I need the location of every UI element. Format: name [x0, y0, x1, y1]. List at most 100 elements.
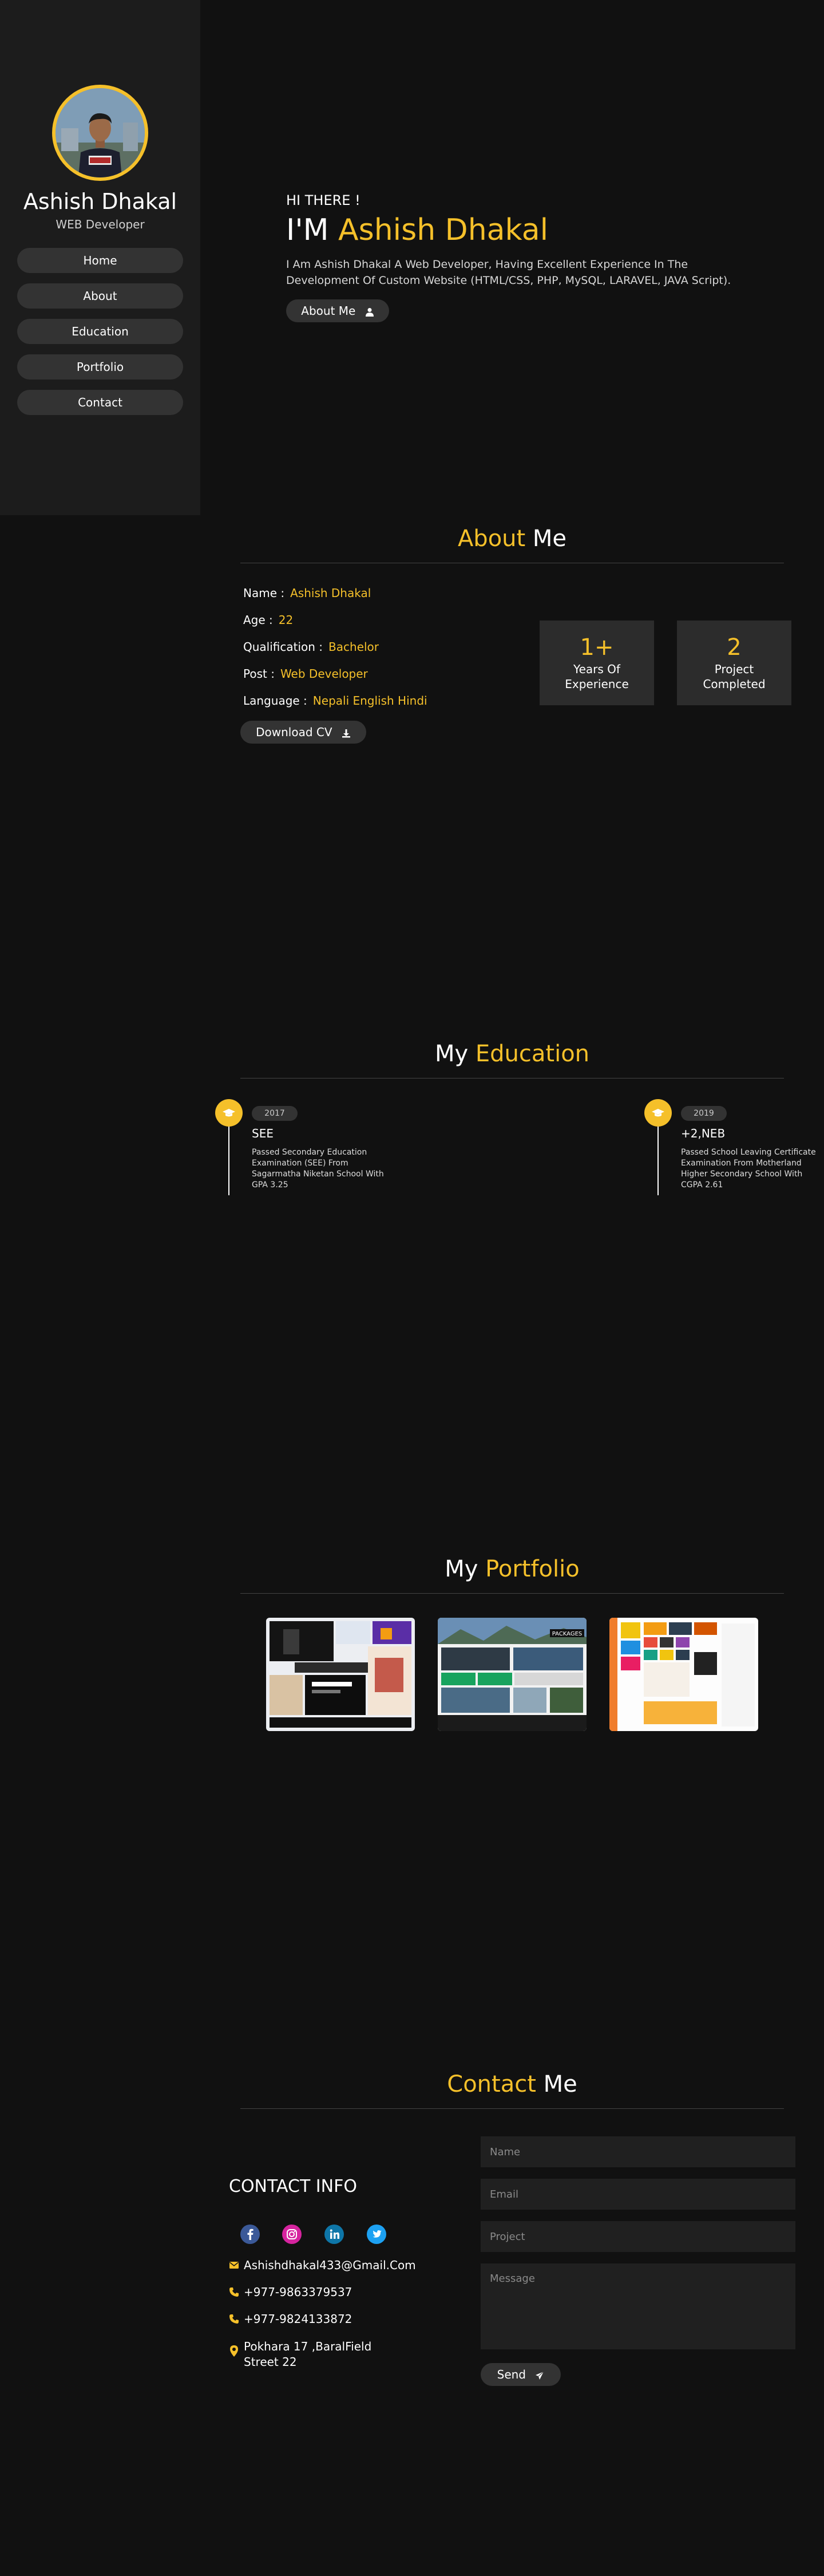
hero-greeting: HI THERE ! — [286, 192, 360, 208]
profile-name: Ashish Dhakal — [23, 189, 177, 214]
contact-divider — [240, 2108, 784, 2109]
portfolio-divider — [240, 1593, 784, 1594]
portfolio-thumbnail[interactable]: PACKAGES — [438, 1618, 587, 1731]
stat-label-line: Project — [714, 662, 754, 676]
education-title: SEE — [252, 1127, 274, 1140]
sidebar: Ashish Dhakal WEB Developer Home About E… — [0, 0, 200, 515]
portfolio-thumbnail[interactable] — [609, 1618, 758, 1731]
thumbnail-caption: PACKAGES — [552, 1631, 583, 1637]
about-row-qualification: Qualification : Bachelor — [243, 640, 379, 654]
about-me-button-label: About Me — [301, 304, 356, 318]
avatar — [52, 85, 148, 181]
portfolio-title-rest: My — [445, 1556, 478, 1582]
download-icon — [342, 729, 350, 737]
about-value: Web Developer — [280, 667, 368, 681]
phone-icon — [229, 2314, 239, 2324]
about-section-title: About Me — [240, 526, 784, 552]
contact-phone2-row: +977-9824133872 — [229, 2312, 352, 2327]
hero-title-name: Ashish Dhakal — [338, 213, 549, 247]
phone-icon — [229, 2287, 239, 2297]
about-value: 22 — [278, 613, 294, 627]
facebook-icon[interactable] — [240, 2225, 260, 2244]
instagram-icon[interactable] — [282, 2225, 302, 2244]
hero-title-prefix: I'M — [286, 213, 329, 247]
about-row-age: Age : 22 — [243, 613, 293, 627]
education-dot — [215, 1099, 243, 1127]
education-title-rest: My — [434, 1041, 469, 1067]
about-label: Age : — [243, 613, 273, 627]
stat-label-line: Years Of — [573, 662, 620, 676]
about-title-rest: Me — [532, 526, 567, 552]
graduation-cap-icon — [652, 1109, 664, 1117]
name-input[interactable] — [481, 2136, 795, 2167]
education-section-title: My Education — [240, 1041, 784, 1067]
about-row-language: Language : Nepali English Hindi — [243, 694, 427, 708]
about-value: Ashish Dhakal — [290, 586, 371, 600]
education-description: Passed School Leaving Certificate Examin… — [681, 1148, 816, 1190]
education-timeline-line — [657, 1127, 659, 1195]
hero-description: I Am Ashish Dhakal A Web Developer, Havi… — [286, 258, 731, 287]
about-title-accent: About — [457, 526, 526, 552]
download-cv-button[interactable]: Download CV — [240, 721, 366, 744]
envelope-icon — [229, 2262, 239, 2269]
address-line: Pokhara 17 ,BaralField — [244, 2340, 372, 2353]
contact-address: Pokhara 17 ,BaralField Street 22 — [244, 2339, 371, 2370]
project-input[interactable] — [481, 2221, 795, 2252]
portfolio-thumbnail[interactable] — [266, 1618, 415, 1731]
stat-label: Years Of Experience — [540, 662, 654, 692]
stat-experience: 1+ Years Of Experience — [540, 621, 654, 705]
nav-portfolio-button[interactable]: Portfolio — [17, 354, 183, 380]
send-button-label: Send — [497, 2368, 526, 2381]
about-label: Name : — [243, 586, 285, 600]
user-icon — [365, 307, 374, 317]
stat-number: 1+ — [580, 634, 614, 661]
paper-plane-icon — [536, 2371, 544, 2380]
contact-info-title: CONTACT INFO — [229, 2176, 357, 2196]
twitter-icon[interactable] — [367, 2225, 386, 2244]
nav-about-button[interactable]: About — [17, 283, 183, 309]
about-value: Bachelor — [328, 640, 379, 654]
about-value: Nepali English Hindi — [312, 694, 427, 708]
contact-email: Ashishdhakal433@Gmail.Com — [244, 2258, 416, 2272]
address-line: Street 22 — [244, 2355, 297, 2369]
education-title: +2,NEB — [681, 1127, 726, 1140]
education-timeline-line — [228, 1127, 229, 1195]
message-textarea[interactable] — [481, 2263, 795, 2349]
about-label: Qualification : — [243, 640, 323, 654]
send-button[interactable]: Send — [481, 2363, 561, 2386]
about-label: Post : — [243, 667, 275, 681]
education-year: 2019 — [681, 1106, 727, 1121]
stat-label-line: Completed — [703, 677, 766, 691]
education-dot — [644, 1099, 672, 1127]
stat-projects: 2 Project Completed — [677, 621, 791, 705]
contact-phone-1: +977-9863379537 — [244, 2285, 352, 2299]
nav-education-button[interactable]: Education — [17, 319, 183, 344]
about-row-post: Post : Web Developer — [243, 667, 368, 681]
contact-title-rest: Me — [543, 2071, 577, 2097]
stat-label-line: Experience — [565, 677, 629, 691]
nav-home-button[interactable]: Home — [17, 248, 183, 273]
education-year: 2017 — [252, 1106, 298, 1121]
nav-contact-button[interactable]: Contact — [17, 390, 183, 415]
contact-phone-2: +977-9824133872 — [244, 2312, 352, 2326]
about-label: Language : — [243, 694, 307, 708]
stat-label: Project Completed — [677, 662, 791, 692]
download-cv-label: Download CV — [256, 725, 332, 739]
contact-section-title: Contact Me — [240, 2071, 784, 2097]
education-description: Passed Secondary Education Examination (… — [252, 1148, 384, 1190]
portfolio-title-accent: Portfolio — [485, 1556, 580, 1582]
education-title-accent: Education — [475, 1041, 590, 1067]
contact-title-accent: Contact — [447, 2071, 536, 2097]
profile-role: WEB Developer — [56, 218, 145, 231]
contact-phone1-row: +977-9863379537 — [229, 2285, 352, 2300]
about-me-button[interactable]: About Me — [286, 299, 389, 322]
graduation-cap-icon — [223, 1109, 235, 1117]
map-marker-icon — [230, 2345, 238, 2357]
stat-number: 2 — [727, 634, 742, 661]
hero-title: I'M Ashish Dhakal — [286, 213, 548, 247]
email-input[interactable] — [481, 2179, 795, 2210]
about-row-name: Name : Ashish Dhakal — [243, 586, 371, 600]
linkedin-icon[interactable] — [324, 2225, 344, 2244]
contact-email-row: Ashishdhakal433@Gmail.Com — [229, 2258, 416, 2273]
contact-address-row: Pokhara 17 ,BaralField Street 22 — [229, 2339, 371, 2370]
